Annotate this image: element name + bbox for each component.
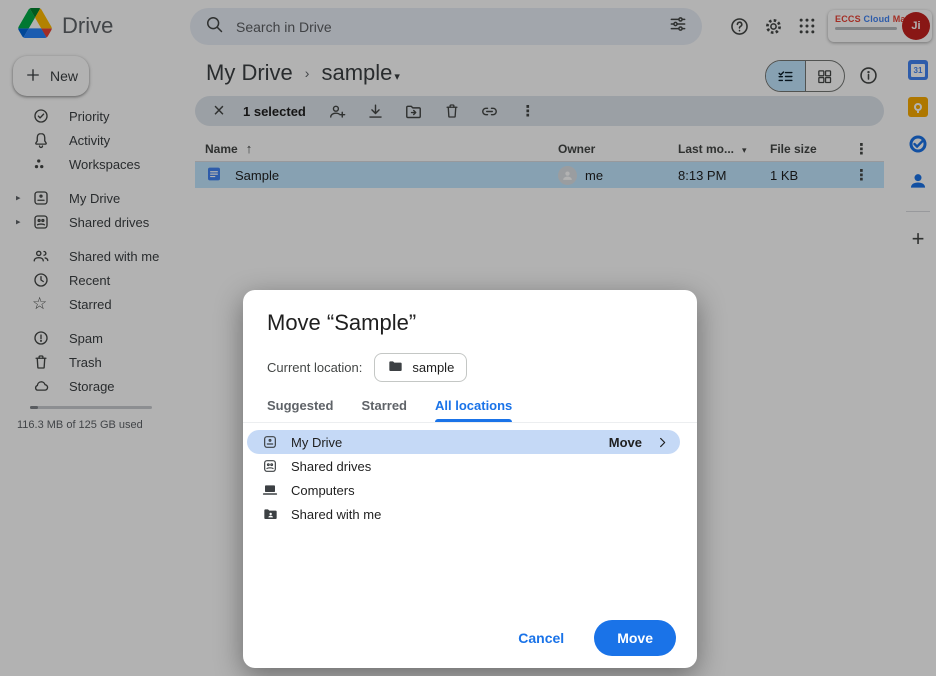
current-location-chip[interactable]: sample	[374, 353, 467, 382]
location-row-my-drive[interactable]: My Drive Move	[247, 430, 680, 454]
folder-icon	[387, 358, 403, 377]
move-dialog: Move “Sample” Current location: sample S…	[243, 290, 697, 668]
google-drive-app: Drive	[0, 0, 936, 676]
cancel-button[interactable]: Cancel	[518, 630, 564, 646]
computer-icon	[262, 482, 278, 498]
location-row-shared-drives[interactable]: Shared drives	[247, 454, 680, 478]
tab-suggested[interactable]: Suggested	[267, 398, 333, 422]
current-location-row: Current location: sample	[267, 353, 673, 382]
shared-drives-icon	[262, 458, 278, 474]
location-row-computers[interactable]: Computers	[247, 478, 680, 502]
tab-starred[interactable]: Starred	[361, 398, 407, 422]
dialog-tabs: Suggested Starred All locations	[243, 398, 697, 423]
tab-all-locations[interactable]: All locations	[435, 398, 512, 422]
location-row-shared-with-me[interactable]: Shared with me	[247, 502, 680, 526]
chevron-right-icon[interactable]	[655, 435, 670, 450]
current-location-label: Current location:	[267, 360, 362, 375]
move-button[interactable]: Move	[594, 620, 676, 656]
shared-folder-icon	[262, 506, 278, 522]
my-drive-icon	[262, 434, 278, 450]
dialog-title: Move “Sample”	[267, 310, 673, 336]
dialog-footer: Cancel Move	[243, 608, 697, 668]
location-list: My Drive Move Shared drives Computers	[243, 430, 697, 526]
row-move-action[interactable]: Move	[609, 435, 642, 450]
